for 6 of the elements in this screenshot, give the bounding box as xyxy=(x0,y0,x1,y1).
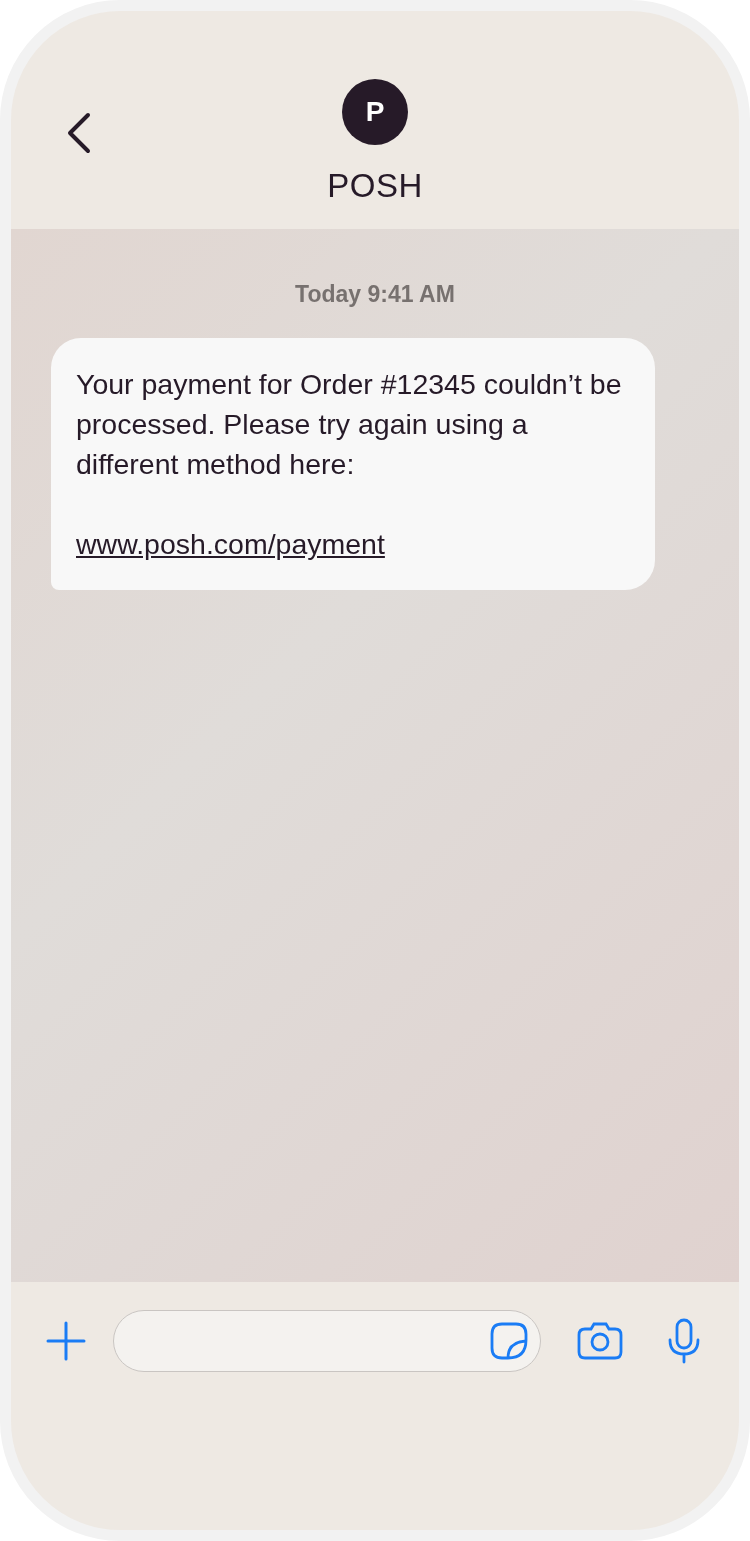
payment-link[interactable]: www.posh.com/payment xyxy=(76,528,385,560)
contact-avatar: P xyxy=(342,79,408,145)
message-text: Your payment for Order #12345 couldn’t be processed. Please try again using a different method here: xyxy=(76,367,623,482)
message-timestamp: Today 9:41 AM xyxy=(295,281,455,308)
contact-name: POSH xyxy=(327,167,423,205)
sticker-icon[interactable] xyxy=(490,1322,528,1360)
